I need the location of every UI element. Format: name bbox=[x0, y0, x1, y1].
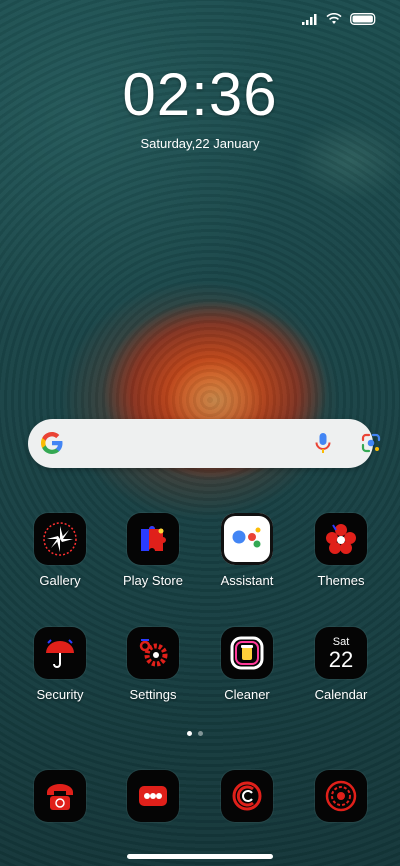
google-lens-icon[interactable] bbox=[359, 431, 383, 460]
clock-time[interactable]: 02:36 bbox=[0, 60, 400, 129]
app-themes[interactable]: Themes bbox=[296, 513, 386, 588]
phone-icon bbox=[34, 770, 86, 822]
themes-icon bbox=[315, 513, 367, 565]
app-label: Calendar bbox=[314, 687, 368, 702]
browser-icon bbox=[221, 770, 273, 822]
security-icon bbox=[34, 627, 86, 679]
app-calendar[interactable]: Sat 22 Calendar bbox=[296, 627, 386, 702]
app-label: Gallery bbox=[39, 573, 81, 588]
google-g-icon bbox=[40, 431, 64, 460]
app-settings[interactable]: Settings bbox=[108, 627, 198, 702]
app-label: Settings bbox=[129, 687, 177, 702]
calendar-date: 22 bbox=[328, 647, 354, 672]
cleaner-icon bbox=[221, 627, 273, 679]
page-dot-active bbox=[187, 731, 192, 736]
page-indicator bbox=[187, 731, 203, 736]
google-search-bar[interactable] bbox=[28, 419, 381, 468]
app-play-store[interactable]: Play Store bbox=[108, 513, 198, 588]
app-gallery[interactable]: Gallery bbox=[15, 513, 105, 588]
assistant-icon bbox=[221, 513, 273, 565]
signal-icon bbox=[302, 12, 318, 30]
play-store-icon bbox=[127, 513, 179, 565]
dock-browser[interactable] bbox=[202, 770, 292, 822]
page-dot bbox=[198, 731, 203, 736]
battery-icon bbox=[350, 12, 376, 30]
gallery-icon bbox=[34, 513, 86, 565]
dock-phone[interactable] bbox=[15, 770, 105, 822]
app-label: Security bbox=[36, 687, 84, 702]
camera-icon bbox=[315, 770, 367, 822]
app-cleaner[interactable]: Cleaner bbox=[202, 627, 292, 702]
settings-icon bbox=[127, 627, 179, 679]
dock-messages[interactable] bbox=[108, 770, 198, 822]
app-assistant[interactable]: Assistant bbox=[202, 513, 292, 588]
app-label: Assistant bbox=[220, 573, 274, 588]
microphone-icon[interactable] bbox=[312, 431, 334, 460]
home-gesture-bar[interactable] bbox=[127, 854, 273, 859]
clock-date[interactable]: Saturday,22 January bbox=[0, 136, 400, 151]
dock-camera[interactable] bbox=[296, 770, 386, 822]
status-bar bbox=[302, 12, 376, 30]
calendar-icon: Sat 22 bbox=[315, 627, 367, 679]
wifi-icon bbox=[326, 12, 342, 30]
app-label: Cleaner bbox=[224, 687, 270, 702]
app-label: Themes bbox=[317, 573, 365, 588]
app-label: Play Store bbox=[123, 573, 183, 588]
app-security[interactable]: Security bbox=[15, 627, 105, 702]
messages-icon bbox=[127, 770, 179, 822]
